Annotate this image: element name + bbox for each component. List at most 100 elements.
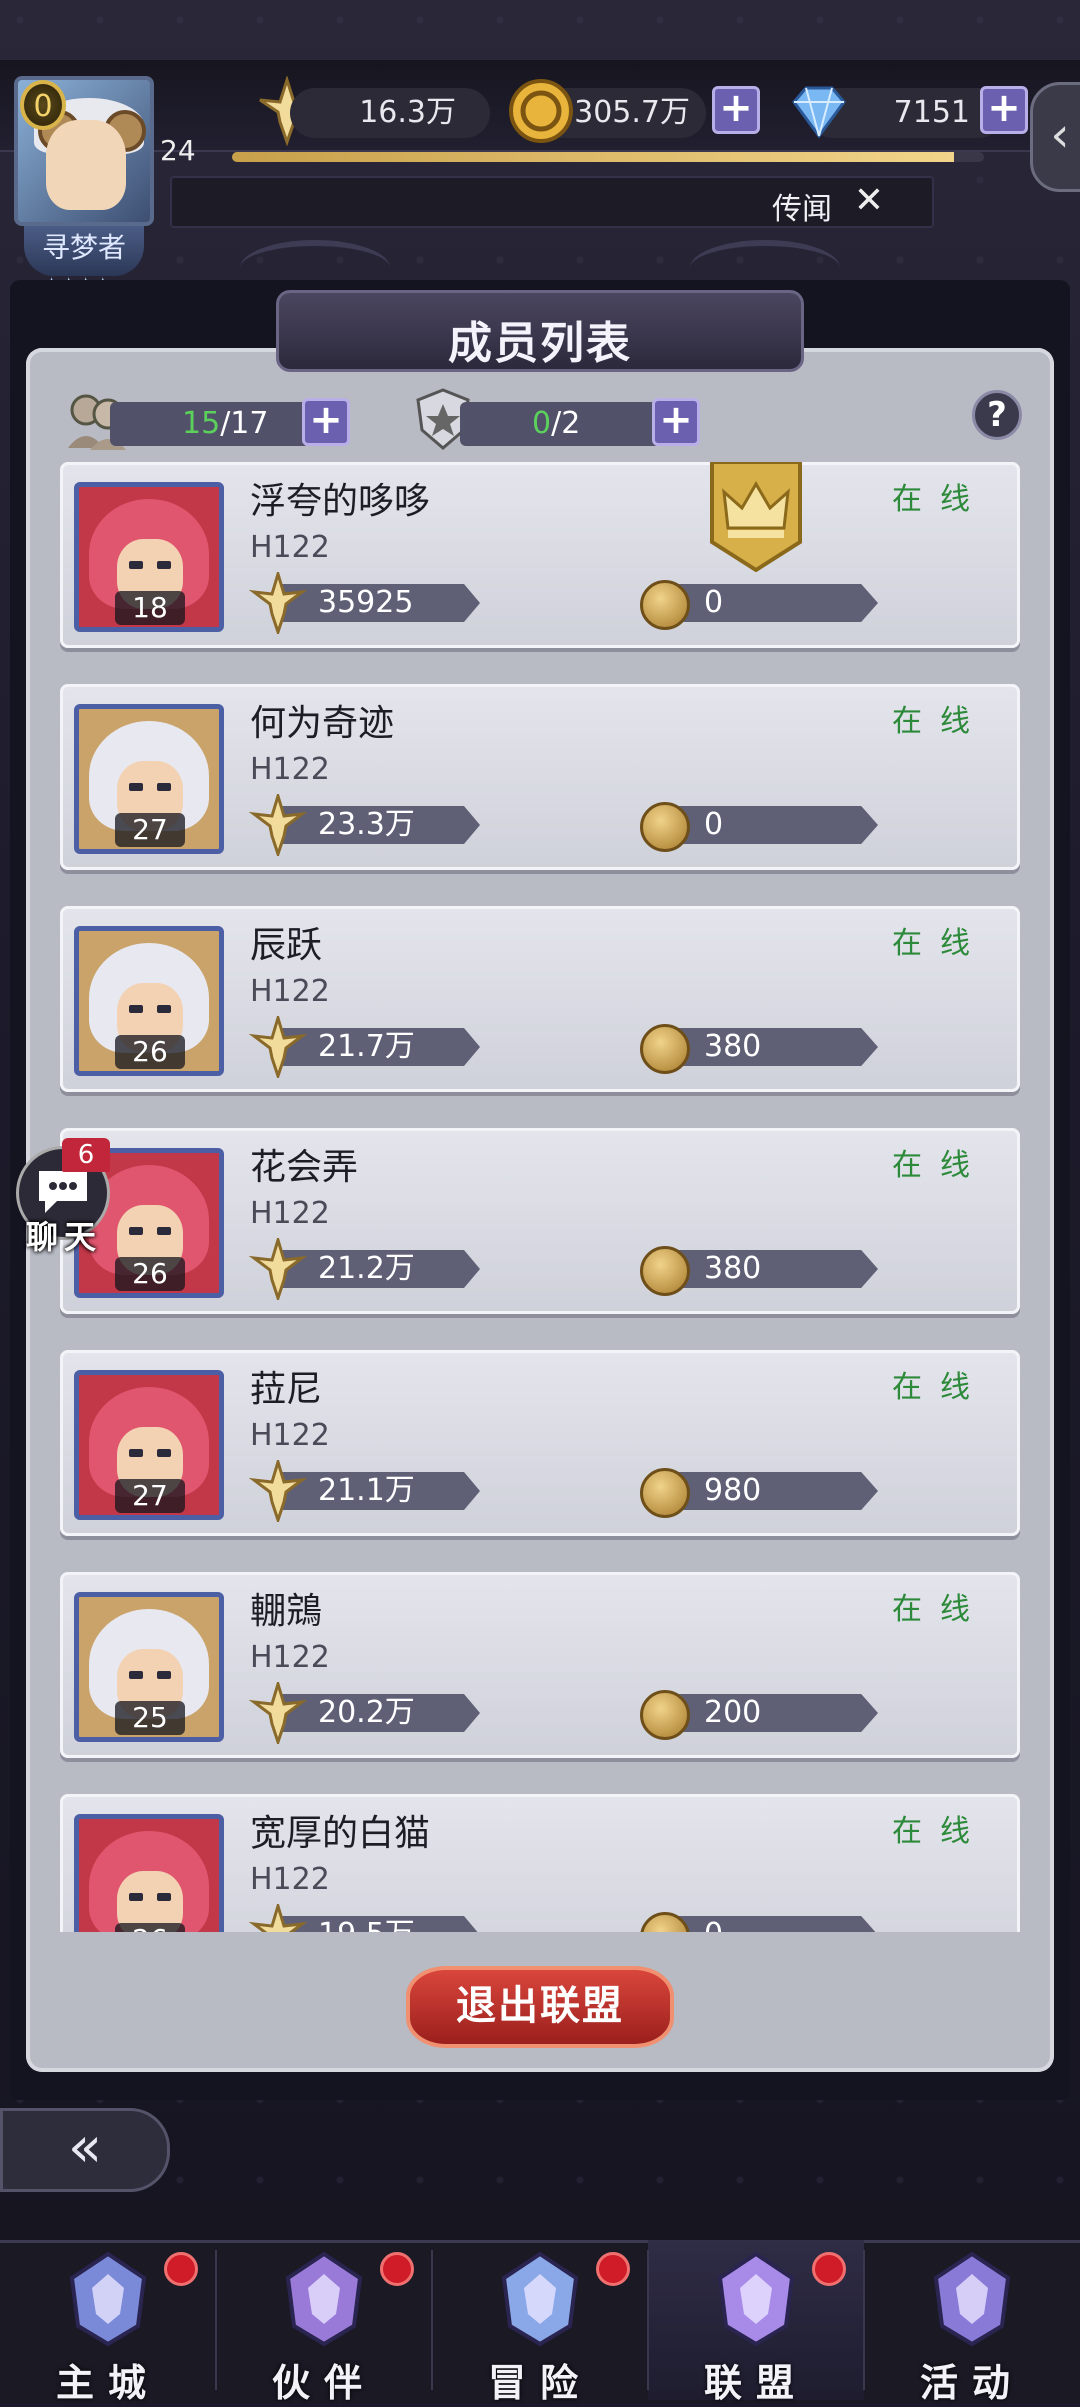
member-contribution: 200 bbox=[704, 1695, 762, 1730]
help-button[interactable]: ? bbox=[972, 390, 1022, 440]
nav-icon bbox=[933, 2251, 1011, 2347]
member-row[interactable]: 25 輣鵍 H122 在线 20.2万 200 bbox=[60, 1572, 1020, 1758]
contribution-coin-icon bbox=[640, 802, 690, 852]
nav-item-1[interactable]: 伙伴 bbox=[216, 2240, 432, 2405]
exit-alliance-button[interactable]: 退出联盟 bbox=[406, 1966, 674, 2048]
nav-icon bbox=[69, 2251, 147, 2347]
nav-item-0[interactable]: 主城 bbox=[0, 2240, 216, 2405]
member-row[interactable]: 26 宽厚的白猫 H122 在线 19.5万 0 bbox=[60, 1794, 1020, 1932]
member-contribution-bar bbox=[668, 806, 878, 844]
portrait-eye bbox=[157, 1005, 171, 1013]
portrait-eye bbox=[157, 1449, 171, 1457]
player-title[interactable]: 寻梦者 bbox=[24, 226, 144, 276]
nav-separator bbox=[431, 2250, 433, 2390]
add-officer-button[interactable]: + bbox=[652, 398, 700, 446]
portrait-eye bbox=[157, 1893, 171, 1901]
panel-header: 成员列表 bbox=[276, 290, 804, 372]
member-status: 在线 bbox=[892, 482, 988, 517]
portrait-eye bbox=[129, 1005, 143, 1013]
chat-icon bbox=[39, 1171, 87, 1213]
diamond-icon bbox=[792, 86, 846, 139]
member-server: H122 bbox=[250, 530, 330, 565]
contribution-coin-icon bbox=[640, 1690, 690, 1740]
notification-dot bbox=[380, 2252, 414, 2286]
member-status: 在线 bbox=[892, 926, 988, 961]
add-diamond-button[interactable]: + bbox=[980, 86, 1028, 134]
contribution-coin-icon bbox=[640, 1246, 690, 1296]
sword-icon bbox=[248, 572, 308, 634]
nav-icon bbox=[285, 2251, 363, 2347]
member-row[interactable]: 26 辰跃 H122 在线 21.7万 380 bbox=[60, 906, 1020, 1092]
member-server: H122 bbox=[250, 1418, 330, 1453]
member-row[interactable]: 18 浮夸的哆哆 H122 在线 35925 0 bbox=[60, 462, 1020, 648]
gold-value: 305.7万 bbox=[574, 95, 690, 130]
sword-icon bbox=[248, 1682, 308, 1744]
member-server: H122 bbox=[250, 974, 330, 1009]
officer-count: 0/2 bbox=[460, 402, 660, 446]
member-portrait[interactable]: 26 bbox=[74, 926, 224, 1076]
nav-item-3[interactable]: 联盟 bbox=[648, 2240, 864, 2405]
member-level: 27 bbox=[115, 813, 185, 847]
player-avatar[interactable]: 0 bbox=[14, 76, 154, 226]
member-portrait[interactable]: 27 bbox=[74, 1370, 224, 1520]
member-power: 20.2万 bbox=[318, 1695, 415, 1730]
member-contribution: 0 bbox=[704, 807, 724, 842]
add-member-button[interactable]: + bbox=[302, 398, 350, 446]
portrait-eye bbox=[157, 783, 171, 791]
member-power: 21.7万 bbox=[318, 1029, 415, 1064]
member-row[interactable]: 26 花会弄 H122 在线 21.2万 380 bbox=[60, 1128, 1020, 1314]
side-panel-toggle[interactable]: ‹ bbox=[1030, 82, 1080, 192]
power-value: 16.3万 bbox=[359, 95, 456, 130]
member-count: 15/17 bbox=[110, 402, 310, 446]
member-row[interactable]: 27 何为奇迹 H122 在线 23.3万 0 bbox=[60, 684, 1020, 870]
page-title: 成员列表 bbox=[448, 318, 632, 369]
portrait-eye bbox=[129, 561, 143, 569]
xp-bar bbox=[232, 152, 984, 162]
nav-item-2[interactable]: 冒险 bbox=[432, 2240, 648, 2405]
member-server: H122 bbox=[250, 1196, 330, 1231]
portrait-eye bbox=[157, 561, 171, 569]
member-portrait[interactable]: 25 bbox=[74, 1592, 224, 1742]
member-portrait[interactable]: 18 bbox=[74, 482, 224, 632]
nav-icon bbox=[501, 2251, 579, 2347]
portrait-eye bbox=[129, 1893, 143, 1901]
back-button[interactable]: « bbox=[0, 2108, 170, 2192]
chat-label: 聊天 bbox=[26, 1218, 103, 1256]
sword-icon bbox=[248, 1016, 308, 1078]
member-name: 何为奇迹 bbox=[250, 703, 395, 744]
member-contribution: 380 bbox=[704, 1251, 762, 1286]
nav-label: 主城 bbox=[55, 2361, 160, 2405]
gold-coin-icon bbox=[509, 79, 573, 143]
member-portrait[interactable]: 27 bbox=[74, 704, 224, 854]
member-name: 辰跃 bbox=[250, 925, 323, 966]
member-power: 21.1万 bbox=[318, 1473, 415, 1508]
news-ticker[interactable]: 传闻 ✕ bbox=[170, 176, 934, 228]
leader-crown-icon bbox=[710, 462, 802, 572]
contribution-coin-icon bbox=[640, 1468, 690, 1518]
member-count-total: /17 bbox=[220, 406, 269, 441]
member-name: 宽厚的白猫 bbox=[250, 1813, 431, 1854]
member-contribution-bar bbox=[668, 584, 878, 622]
nav-item-4[interactable]: 活动 bbox=[864, 2240, 1080, 2405]
member-name: 菈尼 bbox=[250, 1369, 323, 1410]
chat-unread-badge: 6 bbox=[62, 1138, 110, 1172]
member-level: 25 bbox=[115, 1701, 185, 1735]
member-power: 35925 bbox=[318, 585, 414, 620]
member-portrait[interactable]: 26 bbox=[74, 1814, 224, 1932]
nav-label: 联盟 bbox=[703, 2361, 808, 2405]
member-power: 23.3万 bbox=[318, 807, 415, 842]
member-power: 19.5万 bbox=[318, 1916, 415, 1932]
nav-icon bbox=[717, 2251, 795, 2347]
member-list[interactable]: 18 浮夸的哆哆 H122 在线 35925 0 27 何为奇迹 H122 在线… bbox=[60, 462, 1024, 1932]
add-gold-button[interactable]: + bbox=[712, 86, 760, 134]
portrait-eye bbox=[157, 1671, 171, 1679]
member-status: 在线 bbox=[892, 1592, 988, 1627]
member-row[interactable]: 27 菈尼 H122 在线 21.1万 980 bbox=[60, 1350, 1020, 1536]
close-icon[interactable]: ✕ bbox=[854, 180, 884, 221]
contribution-coin-icon bbox=[640, 580, 690, 630]
xp-bar-fill bbox=[232, 152, 954, 162]
member-server: H122 bbox=[250, 1862, 330, 1897]
member-contribution-bar bbox=[668, 1028, 878, 1066]
nav-separator bbox=[863, 2250, 865, 2390]
member-status: 在线 bbox=[892, 704, 988, 739]
